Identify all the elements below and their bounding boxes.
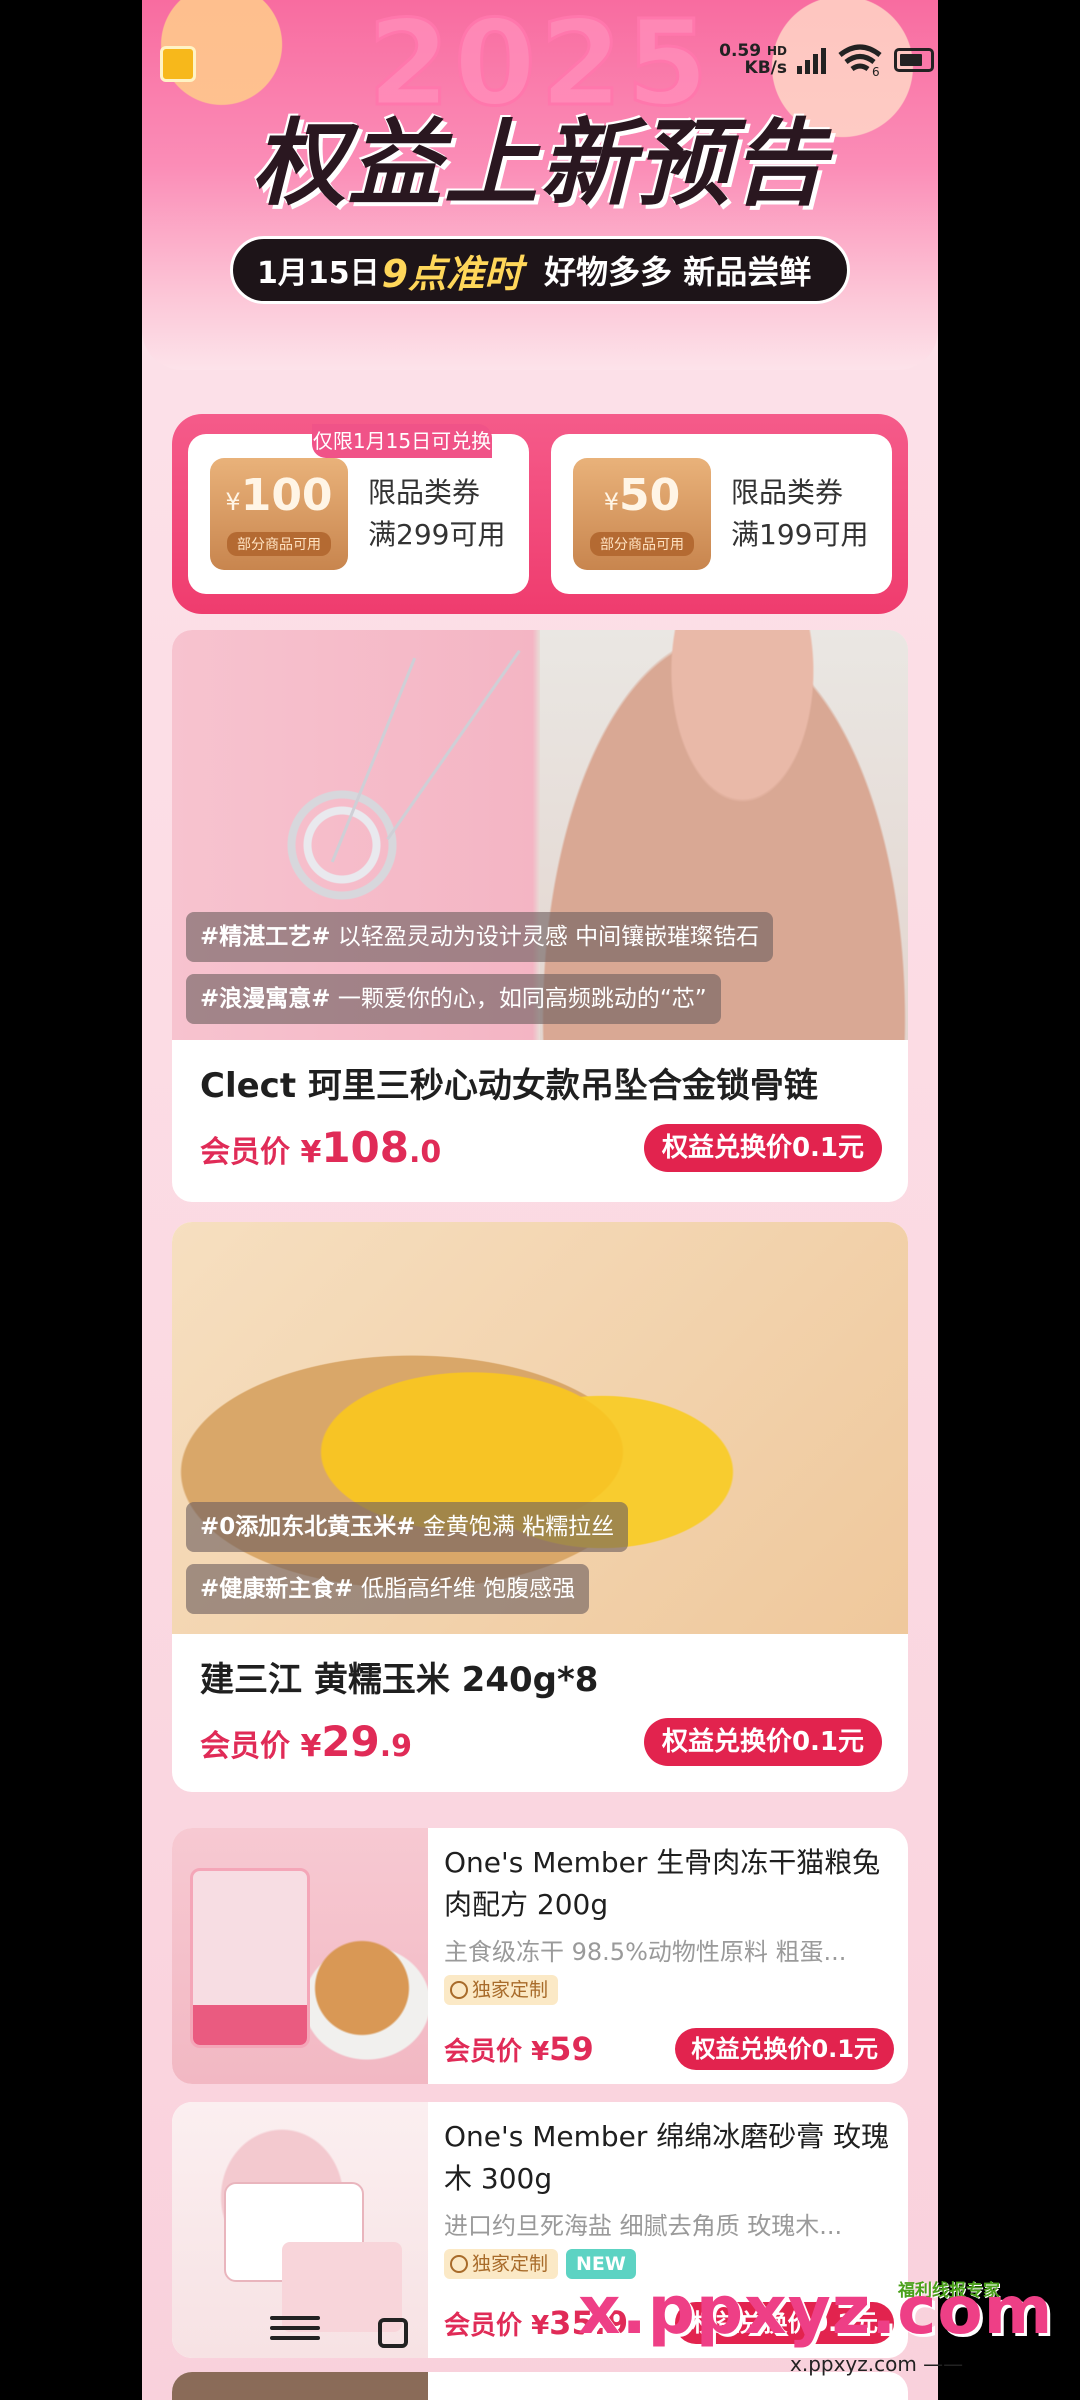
product-image-corn[interactable]: #0添加东北黄玉米# 金黄饱满 粘糯拉丝 #健康新主食# 低脂高纤维 饱腹感强 (172, 1222, 908, 1634)
member-price: 会员价 ¥108.0 (200, 1123, 442, 1172)
coupon-ticket: ¥50 部分商品可用 (573, 458, 711, 570)
recent-apps-icon[interactable] (378, 2318, 408, 2348)
redeem-button[interactable]: 权益兑换价0.1元 (643, 1717, 882, 1766)
product-card-corn[interactable]: #0添加东北黄玉米# 金黄饱满 粘糯拉丝 #健康新主食# 低脂高纤维 饱腹感强 … (172, 1222, 908, 1792)
signal-icon (797, 46, 826, 74)
app-screen: 2025 权益上新预告 1月15日 9点准时 好物多多 新品尝鲜 0.59 HD… (142, 0, 938, 2400)
product-desc: 进口约旦死海盐 细腻去角质 玫瑰木... (444, 2212, 843, 2240)
coupon-info: 限品类券 满199可用 (731, 476, 869, 551)
product-image-catfood[interactable] (172, 1828, 428, 2084)
coupon-card-100[interactable]: ¥100 部分商品可用 限品类券 满299可用 (188, 434, 529, 594)
product-tag: #0添加东北黄玉米# 金黄饱满 粘糯拉丝 (186, 1502, 629, 1552)
banner-time: 9点准时 (381, 251, 523, 296)
product-tag: #精湛工艺# 以轻盈灵动为设计灵感 中间镶嵌璀璨锆石 (186, 912, 774, 962)
coupon-info: 限品类券 满299可用 (368, 476, 506, 551)
product-title: One's Member 生骨肉冻干猫粮兔肉配方 200g (444, 1846, 881, 1921)
member-price: 会员价 ¥29.9 (200, 1717, 413, 1766)
wifi-icon: 6 (838, 44, 882, 77)
exclusive-badge: 独家定制 (444, 2249, 559, 2279)
product-tag: #健康新主食# 低脂高纤维 饱腹感强 (186, 1564, 590, 1614)
banner-subtitle: 好物多多 新品尝鲜 (544, 253, 812, 291)
product-title: One's Member 绵绵冰磨砂膏 玫瑰木 300g (444, 2120, 890, 2195)
network-speed: 0.59 HD KB/s (719, 41, 787, 78)
redeem-button[interactable]: 权益兑换价0.1元 (675, 2028, 894, 2070)
product-tag: #浪漫寓意# 一颗爱你的心，如同高频跳动的“芯” (186, 974, 721, 1024)
product-desc: 主食级冻干 98.5%动物性原料 粗蛋... (444, 1938, 847, 1966)
exclusive-icon (450, 2255, 468, 2273)
floating-app-icon[interactable] (160, 46, 196, 82)
product-title: 建三江 黄糯玉米 240g*8 (200, 1660, 599, 1700)
coupon-ticket: ¥100 部分商品可用 (210, 458, 348, 570)
battery-icon (894, 48, 934, 72)
promo-banner: 2025 权益上新预告 1月15日 9点准时 好物多多 新品尝鲜 0.59 HD… (142, 0, 938, 370)
exclusive-icon (450, 1981, 468, 1999)
banner-schedule-pill: 1月15日 9点准时 好物多多 新品尝鲜 (230, 236, 850, 304)
banner-title: 权益上新预告 (251, 110, 828, 219)
member-price: 会员价 ¥59 (444, 2030, 594, 2068)
product-card-catfood[interactable]: One's Member 生骨肉冻干猫粮兔肉配方 200g 主食级冻干 98.5… (172, 1828, 908, 2084)
product-title: Clect 珂里三秒心动女款吊坠合金锁骨链 (200, 1066, 818, 1106)
status-bar: 0.59 HD KB/s 6 (719, 40, 938, 80)
coupon-card-50[interactable]: ¥50 部分商品可用 限品类券 满199可用 (551, 434, 892, 594)
coupon-section: 仅限1月15日可兑换 ¥100 部分商品可用 限品类券 满299可用 ¥50 部… (172, 414, 908, 614)
redeem-button[interactable]: 权益兑换价0.1元 (643, 1123, 882, 1172)
svg-text:6: 6 (872, 65, 880, 77)
banner-date: 1月15日 (257, 256, 380, 291)
watermark-subtext: x.ppxyz.com —— (790, 2352, 964, 2376)
product-image-necklace[interactable]: #精湛工艺# 以轻盈灵动为设计灵感 中间镶嵌璀璨锆石 #浪漫寓意# 一颗爱你的心… (172, 630, 908, 1040)
product-card-necklace[interactable]: #精湛工艺# 以轻盈灵动为设计灵感 中间镶嵌璀璨锆石 #浪漫寓意# 一颗爱你的心… (172, 630, 908, 1202)
menu-icon[interactable] (270, 2316, 320, 2346)
exclusive-badge: 独家定制 (444, 1975, 559, 2005)
coupon-limit-tag: 仅限1月15日可兑换 (312, 424, 492, 458)
